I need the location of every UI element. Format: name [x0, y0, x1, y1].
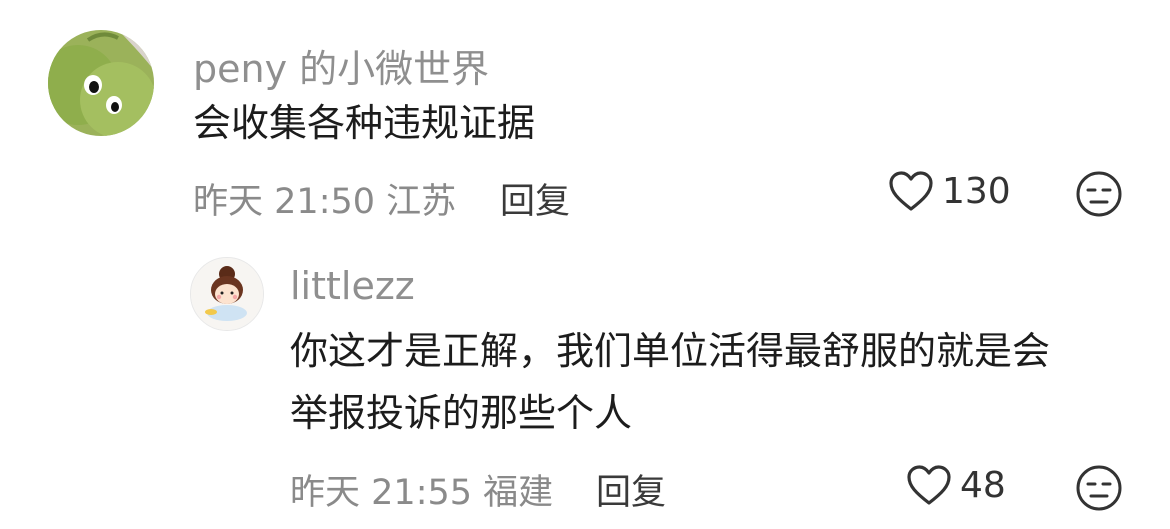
reply-button[interactable]: 回复 [596, 464, 666, 515]
avatar-image [48, 30, 154, 136]
comment-meta: 昨天 21:55 福建 [290, 464, 553, 515]
comment-text: 会收集各种违规证据 [193, 101, 536, 145]
dislike-button[interactable] [1075, 170, 1123, 222]
like-button[interactable]: 48 [906, 464, 1006, 506]
comment-location: 江苏 [386, 182, 457, 222]
heart-icon [889, 171, 933, 211]
like-button[interactable]: 130 [888, 170, 1011, 212]
like-count: 48 [960, 464, 1006, 506]
comment-location: 福建 [483, 473, 554, 513]
comment-date: 昨天 [193, 182, 264, 222]
comment-text: 你这才是正解，我们单位活得最舒服的就是会 举报投诉的那些个人 [290, 320, 1050, 444]
comment-meta: 昨天 21:50 江苏 [193, 173, 456, 224]
reply-button[interactable]: 回复 [500, 173, 570, 224]
comment-text-line: 举报投诉的那些个人 [290, 391, 633, 435]
heart-icon [907, 465, 951, 505]
comment-date: 昨天 [290, 473, 361, 513]
dislike-button[interactable] [1075, 464, 1123, 516]
username[interactable]: littlezz [290, 264, 415, 308]
meh-face-icon [1076, 465, 1122, 511]
avatar[interactable] [190, 257, 264, 331]
avatar[interactable] [48, 30, 154, 136]
like-count: 130 [942, 170, 1011, 212]
comment-time: 21:50 [274, 182, 376, 222]
comment-time: 21:55 [371, 473, 473, 513]
username[interactable]: peny 的小微世界 [193, 38, 489, 93]
comment-text-line: 你这才是正解，我们单位活得最舒服的就是会 [290, 329, 1051, 373]
avatar-image [191, 258, 263, 330]
meh-face-icon [1076, 171, 1122, 217]
